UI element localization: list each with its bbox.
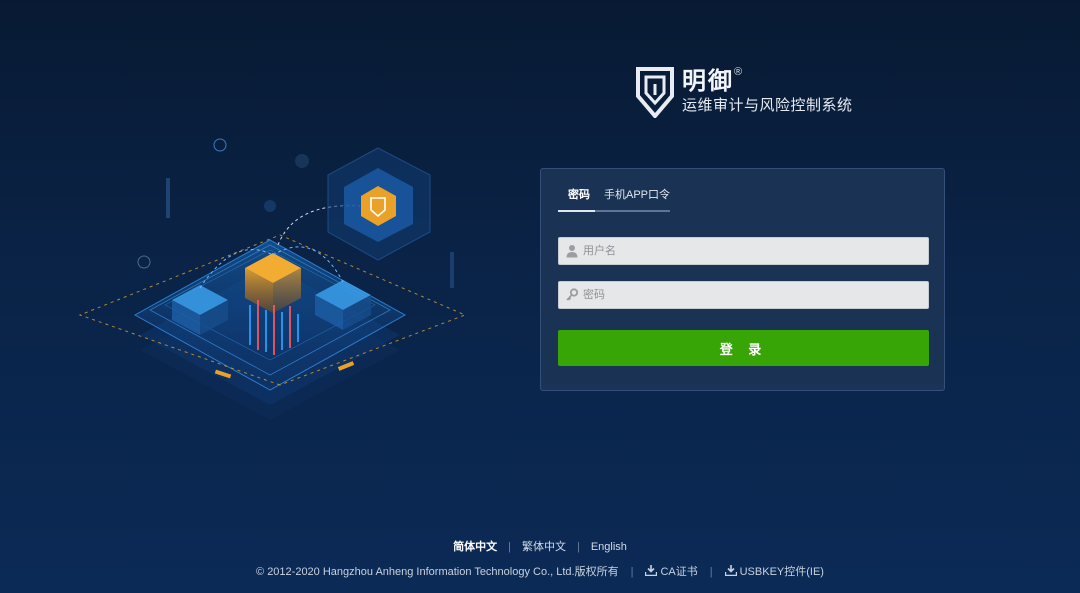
- usbkey-label: USBKEY控件(IE): [739, 566, 824, 578]
- download-icon: [645, 565, 658, 576]
- key-icon: [566, 288, 578, 301]
- brand-subtitle: 运维审计与风险控制系统: [682, 97, 853, 114]
- separator: |: [576, 541, 580, 553]
- tab-app-token[interactable]: 手机APP口令: [604, 187, 670, 203]
- username-field[interactable]: [558, 237, 929, 265]
- tab-active-indicator: [558, 210, 595, 212]
- login-tabs: 密码 手机APP口令: [558, 187, 671, 212]
- lang-simplified-chinese[interactable]: 简体中文: [453, 541, 497, 553]
- lang-english[interactable]: English: [591, 541, 627, 553]
- usbkey-download-link[interactable]: USBKEY控件(IE): [724, 565, 824, 578]
- hero-illustration: [78, 138, 467, 420]
- password-input[interactable]: [583, 282, 923, 308]
- registered-mark: ®: [734, 66, 743, 78]
- separator: |: [508, 541, 511, 553]
- language-selector: 简体中文 | 繁体中文 | English: [0, 540, 1080, 554]
- login-button[interactable]: 登 录: [558, 330, 929, 366]
- brand-block: 明御 ® 运维审计与风险控制系统: [636, 66, 866, 122]
- copyright-text: © 2012-2020 Hangzhou Anheng Information …: [256, 566, 619, 578]
- separator: |: [630, 566, 634, 578]
- tab-password[interactable]: 密码: [568, 187, 590, 203]
- login-panel: 密码 手机APP口令 登 录: [540, 168, 945, 391]
- password-field[interactable]: [558, 281, 929, 309]
- ca-cert-label: CA证书: [660, 566, 698, 578]
- brand-name: 明御: [682, 68, 734, 95]
- lang-traditional-chinese[interactable]: 繁体中文: [522, 541, 566, 553]
- separator: |: [709, 566, 713, 578]
- user-icon: [566, 245, 578, 258]
- shield-logo-icon: [636, 67, 674, 118]
- ca-cert-download-link[interactable]: CA证书: [645, 565, 698, 578]
- username-input[interactable]: [583, 238, 923, 264]
- footer: © 2012-2020 Hangzhou Anheng Information …: [0, 565, 1080, 579]
- download-icon: [724, 565, 737, 576]
